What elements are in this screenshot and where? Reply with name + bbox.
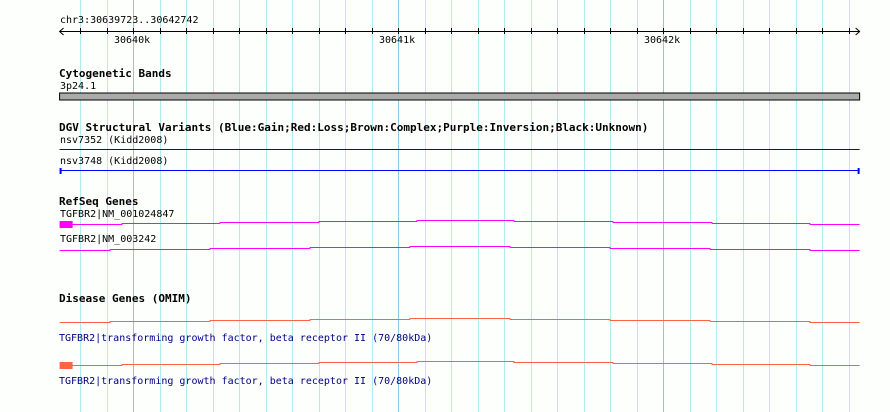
track-title-refseq: RefSeq Genes — [59, 195, 139, 208]
track-title-dgv: DGV Structural Variants (Blue:Gain;Red:L… — [59, 121, 649, 134]
exon-block — [59, 362, 73, 369]
dgv-variant-label[interactable]: nsv7352 (Kidd2008) — [60, 135, 168, 146]
ruler-tick-label: 30641k — [379, 35, 416, 46]
exon-block — [59, 221, 73, 228]
dgv-variant-label[interactable]: nsv3748 (Kidd2008) — [60, 156, 168, 167]
gene-model-line — [59, 246, 860, 251]
omim-gene-label[interactable]: TGFBR2|transforming growth factor, beta … — [59, 376, 432, 387]
track-title-cytogenetic-bands: Cytogenetic Bands — [59, 67, 172, 80]
gene-model-line — [59, 318, 860, 323]
gene-model-line — [59, 361, 860, 366]
gene-model-line — [59, 220, 860, 225]
track-title-omim: Disease Genes (OMIM) — [59, 292, 192, 305]
refseq-gene-label[interactable]: TGFBR2|NM_003242 — [60, 234, 156, 245]
refseq-gene-label[interactable]: TGFBR2|NM_001024847 — [60, 209, 174, 220]
cytoband-label: 3p24.1 — [60, 81, 97, 92]
dgv-variant-end — [59, 168, 62, 174]
ruler-tick-label: 30640k — [114, 35, 151, 46]
cytoband-bar — [59, 92, 861, 101]
genome-browser-panel: chr3:30639723..30642742 30640k 30641k 30… — [0, 0, 890, 412]
region-label: chr3:30639723..30642742 — [60, 15, 199, 26]
ruler-tick-label: 30642k — [644, 35, 681, 46]
omim-gene-label[interactable]: TGFBR2|transforming growth factor, beta … — [59, 333, 432, 344]
dgv-variant-end — [857, 168, 860, 174]
